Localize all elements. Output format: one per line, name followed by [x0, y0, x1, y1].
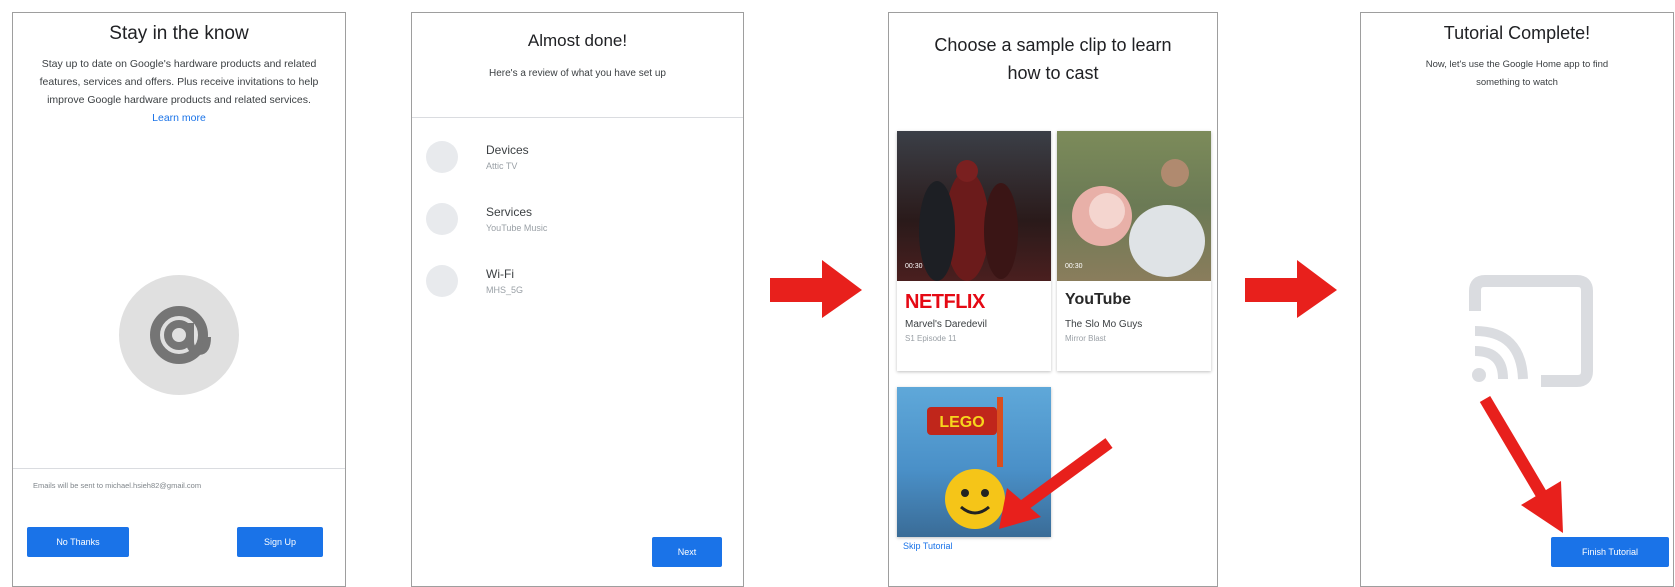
clip-subtitle: S1 Episode 11 — [905, 334, 957, 343]
no-thanks-button[interactable]: No Thanks — [27, 527, 129, 557]
screen-stay-in-the-know: Stay in the know Stay up to date on Goog… — [12, 12, 346, 587]
screen-choose-clip: Choose a sample clip to learn how to cas… — [888, 12, 1218, 587]
screen-body: Stay up to date on Google's hardware pro… — [37, 55, 321, 127]
wifi-icon — [426, 265, 458, 297]
body-text: Stay up to date on Google's hardware pro… — [39, 58, 319, 106]
row-value: YouTube Music — [486, 223, 548, 233]
screen-title: Stay in the know — [109, 23, 249, 44]
row-value: MHS_5G — [486, 285, 524, 295]
clip-subtitle: Mirror Blast — [1065, 334, 1106, 343]
email-note: Emails will be sent to michael.hsieh82@g… — [33, 481, 202, 490]
tv-icon — [426, 141, 458, 173]
learn-more-link[interactable]: Learn more — [152, 112, 206, 124]
divider — [13, 468, 345, 469]
right-arrow-icon — [770, 260, 862, 318]
summary-row-devices: Devices Attic TV — [426, 137, 733, 187]
right-arrow-icon — [1245, 260, 1337, 318]
youtube-logo: YouTube — [1065, 291, 1131, 309]
finish-tutorial-button[interactable]: Finish Tutorial — [1551, 537, 1669, 567]
cast-icon — [1469, 275, 1593, 387]
row-label: Devices — [486, 143, 529, 157]
screen-subtitle: Here's a review of what you have set up — [488, 68, 666, 79]
screen-title: Tutorial Complete! — [1443, 23, 1591, 43]
skip-tutorial-link[interactable]: Skip Tutorial — [903, 541, 953, 551]
screen-title-line1: Choose a sample clip to learn — [934, 35, 1172, 55]
screen-body-line1: Now, let's use the Google Home app to fi… — [1425, 59, 1609, 70]
lego-logo-text: LEGO — [939, 414, 984, 431]
sign-up-button[interactable]: Sign Up — [237, 527, 323, 557]
screen-title-line2: how to cast — [1007, 63, 1099, 83]
divider — [412, 117, 743, 118]
screen-almost-done: Almost done! Here's a review of what you… — [411, 12, 744, 587]
youtube-logo-text: YouTube — [1065, 291, 1132, 308]
row-label: Services — [486, 205, 533, 219]
netflix-logo: NETFLIX — [905, 291, 985, 313]
at-sign-icon — [119, 275, 239, 395]
next-button[interactable]: Next — [652, 537, 722, 567]
music-note-icon — [426, 203, 458, 235]
clip-duration: 00:30 — [1065, 263, 1083, 270]
summary-row-services: Services YouTube Music — [426, 199, 733, 249]
pointer-arrow-icon — [999, 438, 1113, 529]
pointer-arrow-icon — [1479, 395, 1563, 533]
clip-title: Marvel's Daredevil — [905, 319, 987, 330]
clip-thumbnail — [1057, 131, 1211, 281]
screen-tutorial-complete: Tutorial Complete! Now, let's use the Go… — [1360, 12, 1674, 587]
row-value: Attic TV — [486, 161, 518, 171]
clip-card-netflix[interactable]: 00:30 NETFLIX Marvel's Daredevil S1 Epis… — [897, 131, 1051, 371]
screen-body-line2: something to watch — [1476, 77, 1558, 88]
clip-thumbnail — [897, 131, 1051, 281]
clip-duration: 00:30 — [905, 263, 923, 270]
summary-row-wifi: Wi-Fi MHS_5G — [426, 261, 733, 311]
row-label: Wi-Fi — [486, 267, 514, 281]
clip-title: The Slo Mo Guys — [1065, 319, 1143, 330]
screen-title: Almost done! — [527, 31, 628, 50]
clip-card-youtube[interactable]: 00:30 YouTube The Slo Mo Guys Mirror Bla… — [1057, 131, 1211, 371]
